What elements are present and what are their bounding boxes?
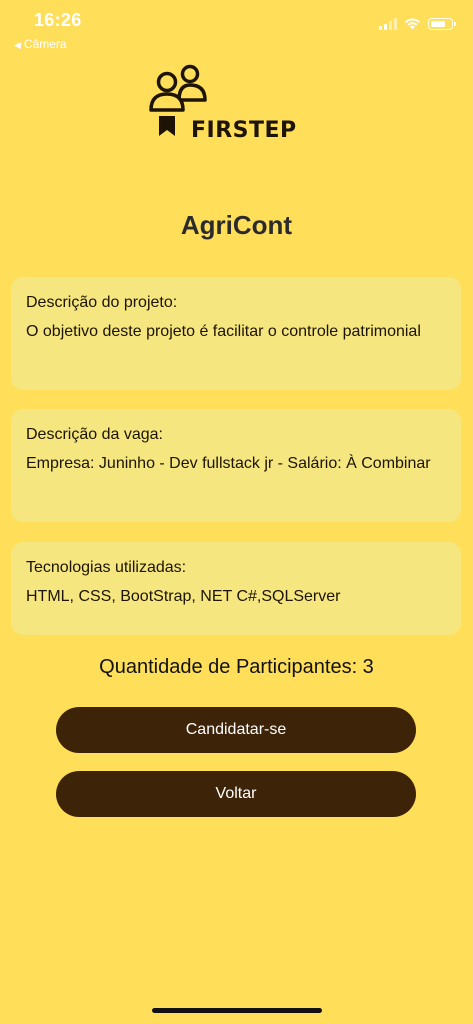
- job-description-label: Descrição da vaga:: [26, 426, 163, 443]
- back-arrow-icon: ◀: [14, 40, 21, 50]
- status-time: 16:26: [34, 10, 82, 30]
- project-description-text: O objetivo deste projeto é facilitar o c…: [26, 323, 421, 340]
- firstep-logo: FIRSTEP: [145, 62, 325, 147]
- project-description-card: Descrição do projeto: O objetivo deste p…: [11, 277, 461, 390]
- technologies-text: HTML, CSS, BootStrap, NET C#,SQLServer: [26, 588, 341, 605]
- back-to-camera-link[interactable]: ◀ Câmera: [14, 37, 67, 51]
- apply-button[interactable]: Candidatar-se: [56, 707, 416, 753]
- job-description-card: Descrição da vaga: Empresa: Juninho - De…: [11, 409, 461, 522]
- status-icons: [379, 18, 456, 30]
- technologies-card: Tecnologias utilizadas: HTML, CSS, BootS…: [11, 542, 461, 635]
- home-indicator[interactable]: [152, 1008, 322, 1013]
- project-description-label: Descrição do projeto:: [26, 294, 178, 311]
- technologies-label: Tecnologias utilizadas:: [26, 559, 187, 576]
- job-description-text: Empresa: Juninho - Dev fullstack jr - Sa…: [26, 455, 431, 472]
- logo-text: FIRSTEP: [191, 118, 297, 143]
- back-app-label: Câmera: [23, 37, 67, 51]
- battery-icon: [428, 18, 456, 30]
- cellular-signal-icon: [379, 18, 397, 30]
- participants-count: Quantidade de Participantes: 3: [99, 656, 374, 678]
- project-title: AgriCont: [180, 210, 293, 240]
- status-bar: 16:26 ◀ Câmera: [0, 0, 473, 56]
- wifi-icon: [405, 18, 420, 30]
- back-button[interactable]: Voltar: [56, 771, 416, 817]
